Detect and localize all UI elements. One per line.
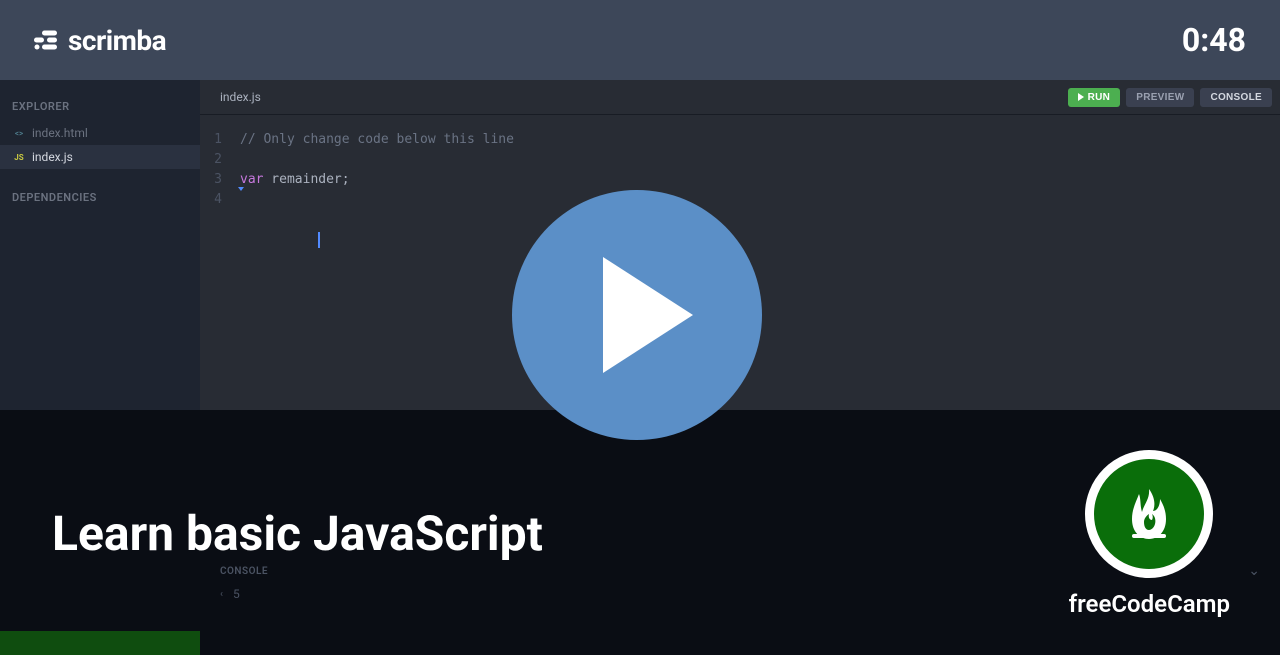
flame-icon bbox=[1124, 484, 1174, 544]
line-number: 4 bbox=[200, 190, 240, 270]
line-content: // Only change code below this line bbox=[240, 130, 1280, 150]
editor-header: index.js RUN PREVIEW CONSOLE bbox=[200, 80, 1280, 115]
logo-text: scrimba bbox=[68, 24, 166, 57]
editor-tab[interactable]: index.js bbox=[208, 90, 273, 104]
cursor-indicator-icon bbox=[238, 187, 244, 191]
code-line: 2 bbox=[200, 150, 1280, 170]
header: scrimba 0:48 bbox=[0, 0, 1280, 80]
author-name: freeCodeCamp bbox=[1069, 590, 1230, 618]
editor-buttons: RUN PREVIEW CONSOLE bbox=[1068, 88, 1272, 107]
progress-bar bbox=[0, 631, 200, 655]
code-line: 3 var remainder; bbox=[200, 170, 1280, 190]
play-icon bbox=[1078, 93, 1084, 101]
file-name: index.html bbox=[32, 126, 88, 140]
console-title: CONSOLE bbox=[220, 566, 268, 577]
preview-button[interactable]: PREVIEW bbox=[1126, 88, 1194, 107]
line-number: 2 bbox=[200, 150, 240, 170]
file-item-html[interactable]: <> index.html bbox=[0, 121, 200, 145]
line-content bbox=[240, 150, 1280, 170]
line-content bbox=[240, 190, 1280, 270]
run-button[interactable]: RUN bbox=[1068, 88, 1121, 107]
author-avatar bbox=[1085, 450, 1213, 578]
js-file-icon: JS bbox=[12, 150, 26, 164]
file-item-js[interactable]: JS index.js bbox=[0, 145, 200, 169]
play-icon bbox=[603, 257, 693, 373]
code-line: 1 // Only change code below this line bbox=[200, 130, 1280, 150]
explorer-title: EXPLORER bbox=[0, 92, 200, 121]
run-label: RUN bbox=[1088, 92, 1111, 103]
dependencies-title: DEPENDENCIES bbox=[0, 183, 200, 212]
line-number: 1 bbox=[200, 130, 240, 150]
sidebar: EXPLORER <> index.html JS index.js DEPEN… bbox=[0, 80, 200, 410]
html-file-icon: <> bbox=[12, 126, 26, 140]
chevron-left-icon: ‹ bbox=[220, 589, 223, 600]
file-name: index.js bbox=[32, 150, 73, 164]
console-button[interactable]: CONSOLE bbox=[1200, 88, 1272, 107]
text-cursor bbox=[318, 232, 320, 248]
scrimba-logo-icon bbox=[34, 30, 58, 50]
chevron-down-icon[interactable]: ⌄ bbox=[1248, 563, 1260, 579]
play-button[interactable] bbox=[512, 190, 762, 440]
course-title: Learn basic JavaScript bbox=[52, 505, 543, 562]
line-content: var remainder; bbox=[240, 170, 1280, 190]
console-value: 5 bbox=[233, 587, 240, 601]
line-number: 3 bbox=[200, 170, 240, 190]
author-badge: freeCodeCamp bbox=[1069, 450, 1230, 618]
timer: 0:48 bbox=[1182, 21, 1246, 59]
logo[interactable]: scrimba bbox=[34, 24, 166, 57]
